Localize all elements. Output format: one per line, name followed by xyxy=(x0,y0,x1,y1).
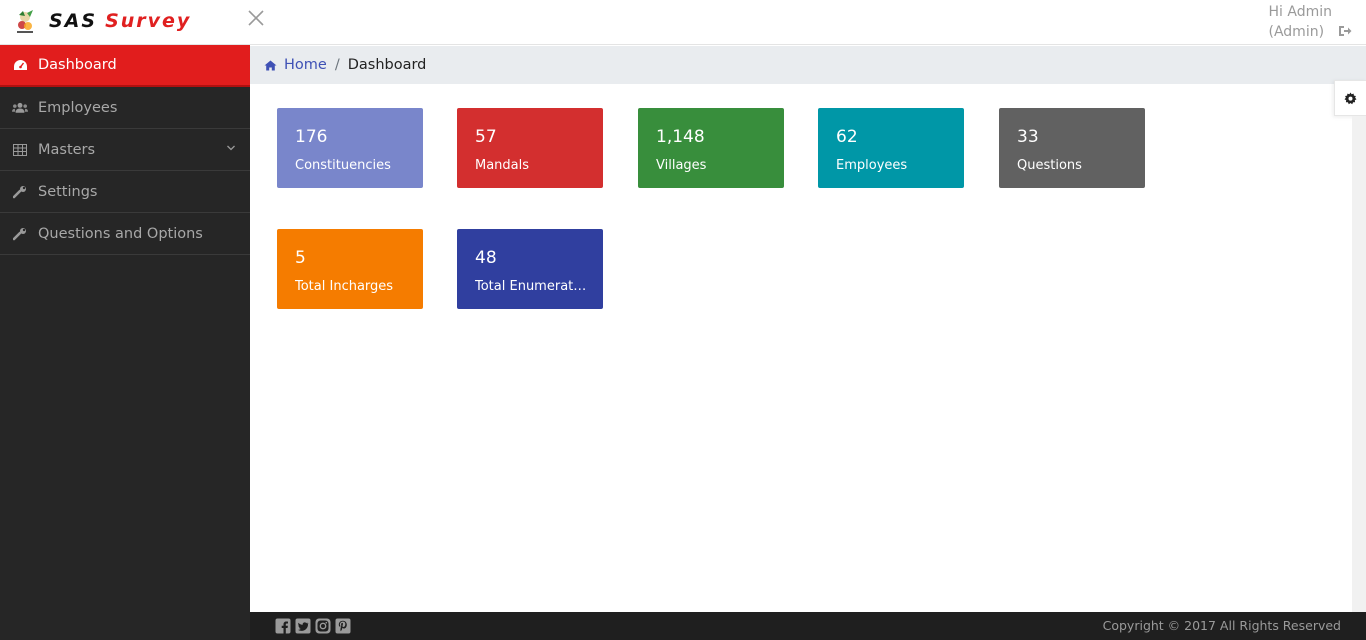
breadcrumb-separator: / xyxy=(334,57,340,73)
stat-label: Employees xyxy=(836,158,908,173)
logo-icon xyxy=(17,10,33,33)
breadcrumb-home-link[interactable]: Home xyxy=(264,57,327,73)
sidebar-item-masters[interactable]: Masters xyxy=(0,129,250,171)
user-greeting: Hi Admin xyxy=(1268,4,1333,20)
stat-value: 1,148 xyxy=(656,127,705,147)
settings-panel-button[interactable] xyxy=(1334,80,1366,116)
breadcrumb-current: Dashboard xyxy=(347,57,427,73)
stat-card-questions[interactable]: 33 Questions xyxy=(999,108,1145,188)
brand-logo[interactable]: SAS Survey xyxy=(49,10,191,32)
instagram-icon[interactable] xyxy=(315,618,331,634)
stat-card-employees[interactable]: 62 Employees xyxy=(818,108,964,188)
sidebar-item-label: Dashboard xyxy=(38,57,117,73)
sidebar-nav: Dashboard Employees Masters Settings Que… xyxy=(0,45,250,640)
user-info: Hi Admin (Admin) xyxy=(1269,2,1333,42)
table-icon xyxy=(12,143,28,157)
stat-value: 5 xyxy=(295,248,306,268)
stat-value: 62 xyxy=(836,127,858,147)
user-role: (Admin) xyxy=(1268,24,1325,40)
breadcrumb: Home / Dashboard xyxy=(250,46,1366,84)
sidebar-item-label: Employees xyxy=(38,99,118,116)
sidebar-item-dashboard[interactable]: Dashboard xyxy=(0,45,250,87)
footer: Copyright © 2017 All Rights Reserved xyxy=(250,612,1366,640)
stat-card-constituencies[interactable]: 176 Constituencies xyxy=(277,108,423,188)
chevron-down-icon xyxy=(227,145,235,151)
stat-card-villages[interactable]: 1,148 Villages xyxy=(638,108,784,188)
sidebar-item-settings[interactable]: Settings xyxy=(0,171,250,213)
brand-name-part2: Survey xyxy=(105,10,192,32)
wrench-icon xyxy=(12,185,28,199)
home-icon xyxy=(264,60,277,70)
stat-card-mandals[interactable]: 57 Mandals xyxy=(457,108,603,188)
users-icon xyxy=(12,101,28,115)
close-icon xyxy=(248,10,264,26)
stat-label: Questions xyxy=(1017,158,1082,173)
sidebar-item-label: Questions and Options xyxy=(38,225,203,242)
sidebar-item-questions-and-options[interactable]: Questions and Options xyxy=(0,213,250,255)
top-header: SAS Survey Hi Admin (Admin) xyxy=(0,0,1366,45)
stat-label: Mandals xyxy=(475,158,530,173)
sidebar-item-label: Settings xyxy=(38,183,98,200)
stat-value: 48 xyxy=(475,248,497,268)
brand-name-part1: SAS xyxy=(49,10,98,32)
stat-card-total-enumerators[interactable]: 48 Total Enumerators xyxy=(457,229,603,309)
pinterest-icon[interactable] xyxy=(335,618,351,634)
breadcrumb-home-label: Home xyxy=(284,57,327,73)
logout-icon[interactable] xyxy=(1338,25,1352,37)
copyright-text: Copyright © 2017 All Rights Reserved xyxy=(1102,618,1341,633)
page-scrollbar-track[interactable] xyxy=(1352,116,1366,612)
sidebar-item-label: Masters xyxy=(38,141,96,158)
dashboard-icon xyxy=(12,58,28,72)
facebook-icon[interactable] xyxy=(275,618,291,634)
stat-value: 33 xyxy=(1017,127,1039,147)
social-links xyxy=(275,618,351,634)
stat-card-total-incharges[interactable]: 5 Total Incharges xyxy=(277,229,423,309)
gear-icon xyxy=(1344,92,1357,104)
stat-value: 57 xyxy=(475,127,497,147)
stat-value: 176 xyxy=(295,127,328,147)
stat-label: Villages xyxy=(656,158,707,173)
stat-label: Constituencies xyxy=(295,158,391,173)
stat-label: Total Enumerators xyxy=(475,279,587,294)
stat-label: Total Incharges xyxy=(295,279,394,294)
wrench-icon xyxy=(12,227,28,241)
twitter-icon[interactable] xyxy=(295,618,311,634)
close-sidebar-button[interactable] xyxy=(248,9,266,31)
sidebar-item-employees[interactable]: Employees xyxy=(0,87,250,129)
